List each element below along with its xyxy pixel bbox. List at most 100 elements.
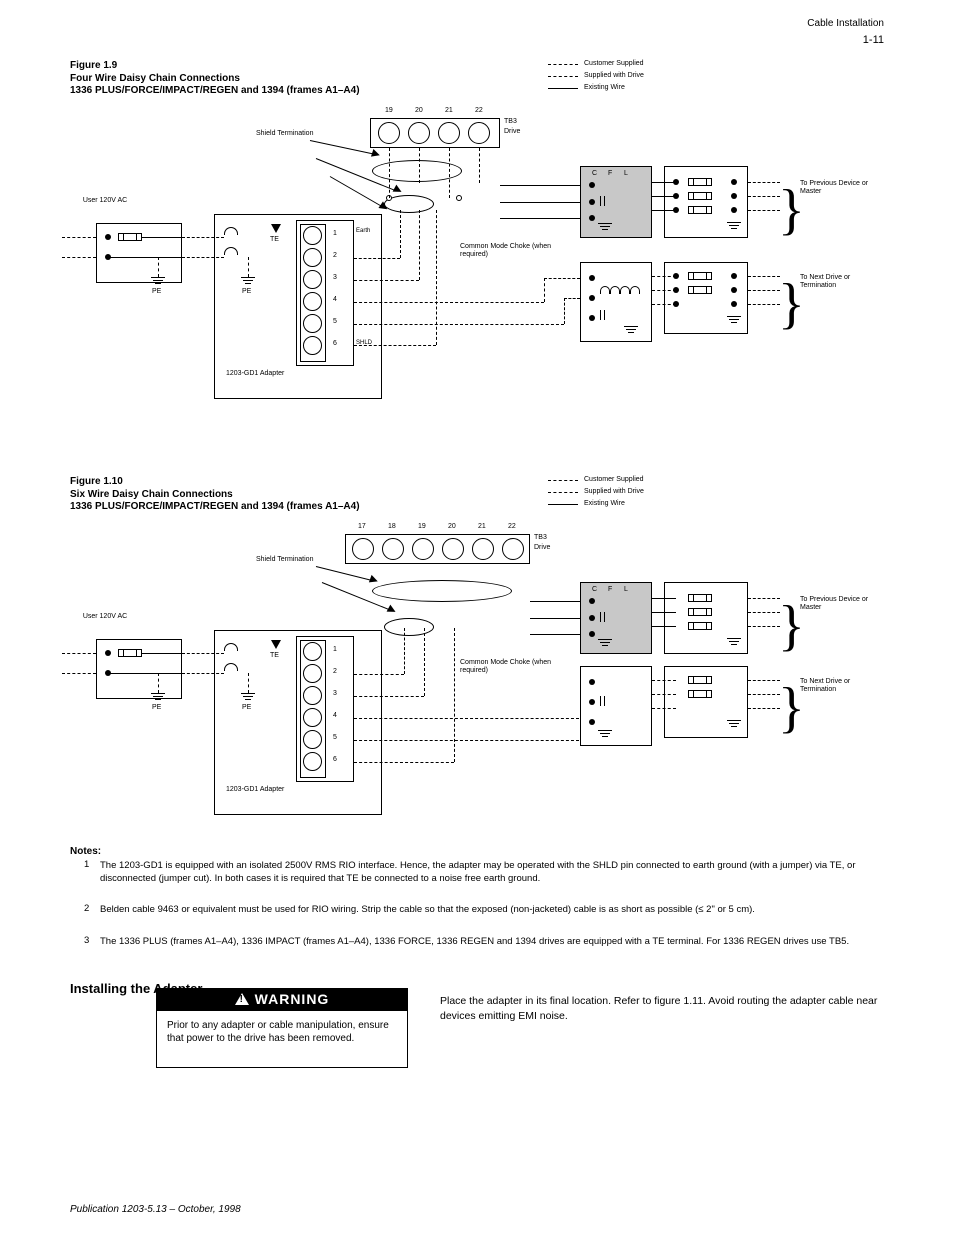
filter-next-left-f1 bbox=[580, 262, 652, 342]
warning-bar: WARNING bbox=[156, 988, 408, 1010]
bc3 bbox=[303, 686, 322, 705]
s22 bbox=[530, 618, 580, 619]
w-f1-7 bbox=[354, 345, 436, 346]
shield2-f2 bbox=[384, 618, 434, 636]
frg bbox=[727, 222, 741, 232]
w-f1-c bbox=[449, 148, 450, 198]
dn3 bbox=[564, 298, 565, 324]
pe-lbl-f1a: PE bbox=[152, 288, 161, 296]
pwr-gnd-f1 bbox=[151, 277, 165, 287]
bp6: 6 bbox=[333, 756, 337, 764]
bc5 bbox=[303, 730, 322, 749]
t6c1 bbox=[352, 538, 374, 560]
ad-in2 bbox=[182, 257, 224, 258]
toprev-f1: To Previous Device or Master bbox=[800, 180, 880, 196]
pd1 bbox=[105, 234, 111, 240]
pin2-f2 bbox=[62, 673, 96, 674]
ac3 bbox=[303, 270, 322, 289]
leg2c bbox=[548, 504, 578, 505]
p5: 5 bbox=[333, 318, 337, 326]
ff3 bbox=[688, 206, 712, 214]
t6c3 bbox=[412, 538, 434, 560]
tb3-21: 21 bbox=[445, 107, 453, 115]
f2gv bbox=[158, 673, 159, 693]
tb3-c2 bbox=[408, 122, 430, 144]
legend-existing: Existing Wire bbox=[584, 84, 625, 92]
power-box-f2 bbox=[96, 639, 182, 699]
tb3-c1 bbox=[378, 122, 400, 144]
brace2n: } bbox=[778, 694, 805, 722]
adin2-f2 bbox=[182, 673, 224, 674]
fL1: L bbox=[624, 170, 628, 178]
w-f1-5 bbox=[354, 302, 544, 303]
o2n3 bbox=[748, 708, 780, 709]
fg2pr bbox=[727, 638, 741, 648]
p1: 1 bbox=[333, 230, 337, 238]
t6c5 bbox=[472, 538, 494, 560]
fn2 bbox=[688, 286, 712, 294]
fg2nr bbox=[727, 720, 741, 730]
warning-icon bbox=[235, 993, 249, 1005]
out-p1 bbox=[748, 182, 780, 183]
brace-prev-f1: } bbox=[778, 196, 805, 224]
fig2-num: Figure 1.10 bbox=[70, 476, 123, 488]
tonext-f1: To Next Drive or Termination bbox=[800, 274, 880, 290]
ff22 bbox=[688, 608, 712, 616]
p6: 6 bbox=[333, 340, 337, 348]
bc1 bbox=[303, 642, 322, 661]
fnd3 bbox=[589, 315, 595, 321]
p2: 2 bbox=[333, 252, 337, 260]
w-f1-8 bbox=[436, 210, 437, 345]
fg2p bbox=[598, 639, 612, 649]
tri-f1 bbox=[271, 224, 281, 233]
fig2-title: Six Wire Daisy Chain Connections bbox=[70, 489, 233, 501]
s27 bbox=[652, 680, 676, 681]
cup2-f2 bbox=[224, 663, 238, 671]
s3 bbox=[500, 218, 580, 219]
fn22 bbox=[688, 690, 712, 698]
fnd2 bbox=[589, 295, 595, 301]
note2-t: Belden cable 9463 or equivalent must be … bbox=[100, 904, 880, 917]
shield-term-lbl-f2: Shield Termination bbox=[256, 556, 313, 564]
leg2b bbox=[548, 492, 578, 493]
tb3-label: TB3 bbox=[504, 118, 517, 126]
fng bbox=[727, 316, 741, 326]
arrow1-f1 bbox=[310, 140, 377, 155]
w2v1 bbox=[404, 628, 405, 674]
ac2 bbox=[303, 248, 322, 267]
page-number: 1-11 bbox=[863, 34, 884, 46]
w2b bbox=[354, 696, 424, 697]
pe-lbl-f1b: PE bbox=[242, 288, 251, 296]
dn1 bbox=[544, 278, 545, 302]
w2v3 bbox=[454, 628, 455, 762]
fig1-title: Four Wire Daisy Chain Connections bbox=[70, 73, 240, 85]
bc4 bbox=[303, 708, 322, 727]
t6-18: 18 bbox=[388, 523, 396, 531]
filter-next-l-f2 bbox=[580, 666, 652, 746]
pin1-f2 bbox=[62, 653, 96, 654]
out-n2 bbox=[748, 290, 780, 291]
pd1f2 bbox=[105, 650, 111, 656]
brace-next-f1: } bbox=[778, 290, 805, 318]
bp5: 5 bbox=[333, 734, 337, 742]
t6-20: 20 bbox=[448, 523, 456, 531]
ff21 bbox=[688, 594, 712, 602]
adin1-f2 bbox=[182, 653, 224, 654]
dn7 bbox=[652, 304, 676, 305]
w2a bbox=[354, 674, 404, 675]
fre2 bbox=[731, 193, 737, 199]
legend-customer: Customer Supplied bbox=[584, 60, 644, 68]
note1-n: 1 bbox=[84, 860, 89, 871]
ac1 bbox=[303, 226, 322, 245]
bp3: 3 bbox=[333, 690, 337, 698]
fre1 bbox=[731, 179, 737, 185]
w-f1-4 bbox=[419, 210, 420, 280]
s4 bbox=[652, 182, 676, 183]
s21 bbox=[530, 601, 580, 602]
t6c4 bbox=[442, 538, 464, 560]
tri-f2 bbox=[271, 640, 281, 649]
out-n1 bbox=[748, 276, 780, 277]
leg2a bbox=[548, 480, 578, 481]
t6c2 bbox=[382, 538, 404, 560]
warning-text: Prior to any adapter or cable manipulati… bbox=[167, 1020, 389, 1044]
